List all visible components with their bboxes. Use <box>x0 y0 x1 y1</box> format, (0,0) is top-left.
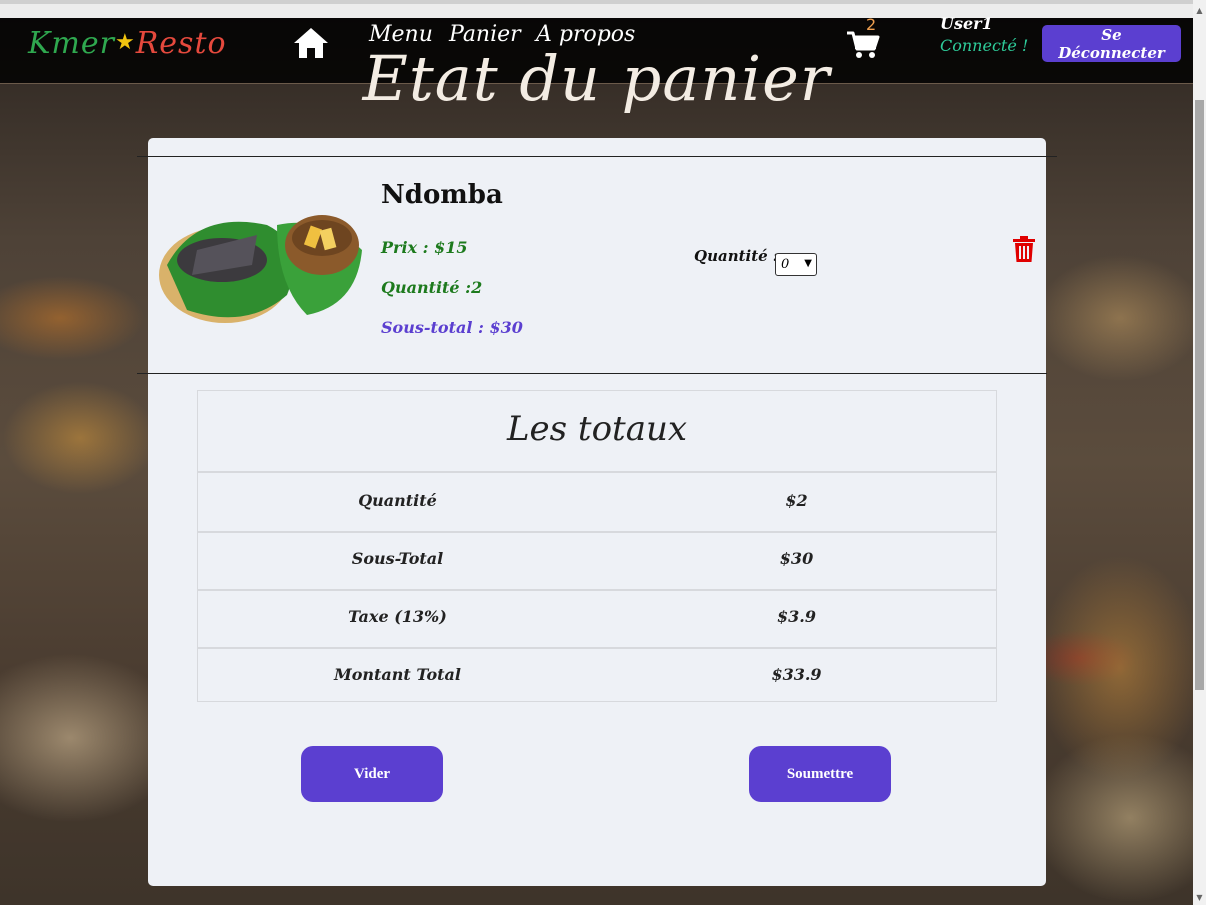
page-title: Etat du panier <box>362 42 831 115</box>
totals-value-subtotal: $30 <box>779 549 814 568</box>
item-quantity: Quantité :2 <box>381 278 483 297</box>
totals-value-quantity: $2 <box>785 491 808 510</box>
quantity-select-value: 0 <box>781 257 790 272</box>
totals-value-total: $33.9 <box>771 665 822 684</box>
scrollbar[interactable]: ▲ ▼ <box>1193 0 1206 905</box>
table-row: Taxe (13%) $3.9 <box>198 589 996 649</box>
totals-label-tax: Taxe (13%) <box>348 607 447 626</box>
totals-title: Les totaux <box>198 391 996 473</box>
clear-cart-button[interactable]: Vider <box>301 746 443 802</box>
item-price: Prix : $15 <box>381 238 468 257</box>
divider-top <box>137 156 1057 157</box>
totals-label-total: Montant Total <box>334 665 461 684</box>
user-name: User1 <box>940 14 993 33</box>
scroll-up-arrow-icon[interactable]: ▲ <box>1193 4 1206 18</box>
totals-table: Les totaux Quantité $2 Sous-Total $30 Ta… <box>197 390 997 702</box>
item-subtotal: Sous-total : $30 <box>381 318 523 337</box>
browser-toolbar-strip <box>0 4 1193 18</box>
scroll-down-arrow-icon[interactable]: ▼ <box>1193 891 1206 905</box>
totals-label-subtotal: Sous-Total <box>351 549 444 568</box>
submit-order-button[interactable]: Soumettre <box>749 746 891 802</box>
table-row: Sous-Total $30 <box>198 531 996 591</box>
cart-count-badge: 2 <box>866 15 877 34</box>
table-row: Quantité $2 <box>198 473 996 533</box>
quantity-select[interactable]: 0 ▼ <box>775 253 817 276</box>
trash-icon[interactable] <box>1012 235 1036 263</box>
table-row: Montant Total $33.9 <box>198 647 996 705</box>
item-image <box>159 215 362 323</box>
chevron-down-icon: ▼ <box>804 258 812 269</box>
scroll-thumb[interactable] <box>1195 100 1204 690</box>
quantity-select-label: Quantité : <box>694 247 779 265</box>
totals-label-quantity: Quantité <box>358 491 437 510</box>
totals-value-tax: $3.9 <box>777 607 816 626</box>
item-name: Ndomba <box>381 180 503 210</box>
divider-bottom <box>137 373 1047 374</box>
